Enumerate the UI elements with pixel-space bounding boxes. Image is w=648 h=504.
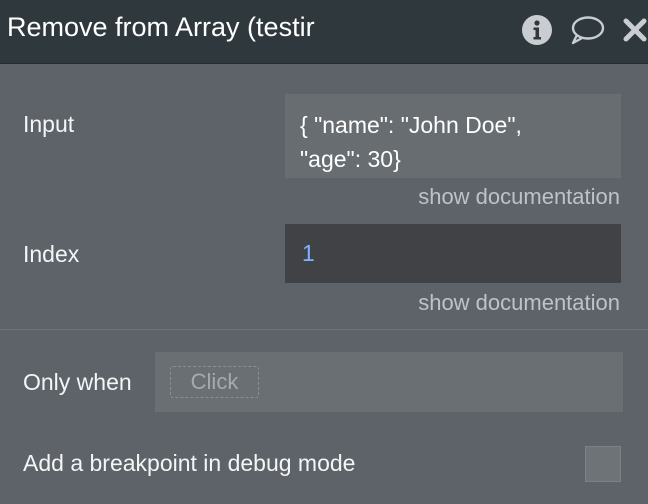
input-value-line-2: "age": 30}: [300, 146, 401, 172]
input-label: Input: [23, 111, 75, 137]
index-show-documentation-link[interactable]: show documentation: [418, 290, 620, 316]
title-bar: Remove from Array (testir: [0, 0, 648, 64]
section-divider: [0, 329, 648, 330]
close-icon[interactable]: [622, 12, 648, 48]
panel-title: Remove from Array (testir: [7, 12, 315, 42]
info-icon[interactable]: [519, 12, 555, 48]
index-field[interactable]: 1: [285, 224, 621, 283]
breakpoint-label: Add a breakpoint in debug mode: [23, 450, 356, 476]
input-show-documentation-link[interactable]: show documentation: [418, 184, 620, 210]
breakpoint-checkbox[interactable]: [585, 446, 621, 482]
only-when-condition-field[interactable]: Click: [155, 352, 623, 412]
click-placeholder-chip[interactable]: Click: [170, 366, 259, 398]
only-when-label: Only when: [23, 369, 132, 395]
property-editor-panel: Remove from Array (testir Input { "name"…: [0, 0, 648, 504]
index-label: Index: [23, 241, 80, 267]
comment-icon[interactable]: [569, 12, 605, 48]
input-value-line-1: { "name": "John Doe",: [300, 112, 522, 138]
input-field[interactable]: { "name": "John Doe", "age": 30}: [285, 94, 621, 178]
